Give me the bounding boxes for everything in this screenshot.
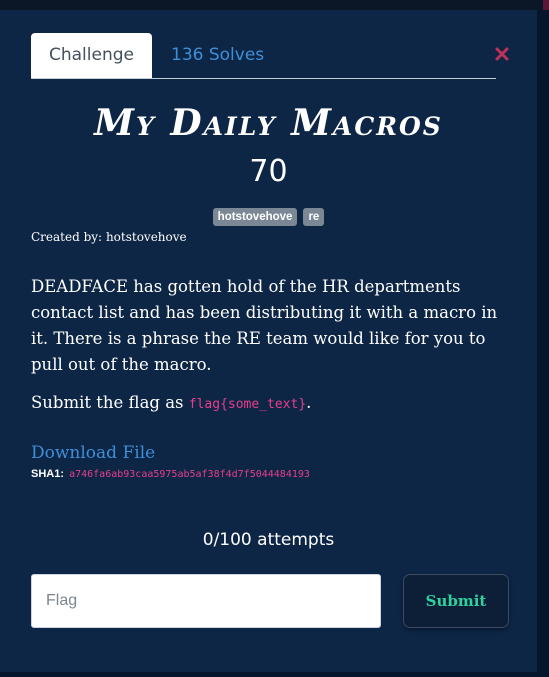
top-bar-accent	[543, 0, 549, 10]
submit-text-before: Submit the flag as	[31, 393, 189, 412]
challenge-title: My Daily Macros	[94, 102, 443, 144]
challenge-tabs: Challenge 136 Solves	[31, 33, 496, 79]
download-file-link[interactable]: Download File	[31, 443, 155, 463]
tab-solves[interactable]: 136 Solves	[171, 33, 264, 78]
submit-button[interactable]: Submit	[403, 574, 509, 628]
scrollbar-track	[537, 10, 549, 677]
flag-format: flag{some_text}	[188, 397, 307, 412]
close-icon[interactable]	[495, 46, 509, 61]
challenge-modal: Challenge 136 Solves My Daily Macros 70 …	[0, 10, 538, 672]
attempts-counter: 0/100 attempts	[202, 530, 335, 550]
bottom-edge	[0, 672, 537, 677]
challenge-description: DEADFACE has gotten hold of the HR depar…	[31, 274, 513, 430]
challenge-points: 70	[249, 154, 288, 189]
tag-category: re	[303, 208, 325, 226]
sha1-hash: SHA1: a746fa6ab93caa5975ab5af38f4d7f5044…	[31, 468, 310, 480]
sha1-label: SHA1:	[31, 468, 65, 480]
sha1-value: a746fa6ab93caa5975ab5af38f4d7f5044484193	[69, 469, 310, 480]
top-bar	[0, 0, 549, 10]
submit-instructions: Submit the flag as flag{some_text}.	[31, 390, 513, 418]
tag-author: hotstovehove	[212, 208, 298, 226]
description-text: DEADFACE has gotten hold of the HR depar…	[31, 277, 498, 374]
tab-challenge[interactable]: Challenge	[31, 33, 152, 78]
challenge-tags: hotstovehove re	[0, 208, 537, 226]
created-by-author: hotstovehove	[105, 230, 187, 244]
submit-text-after: .	[306, 393, 312, 412]
created-by-label: Created by:	[31, 230, 103, 244]
flag-input[interactable]	[31, 574, 381, 628]
created-by: Created by: hotstovehove	[31, 230, 187, 244]
